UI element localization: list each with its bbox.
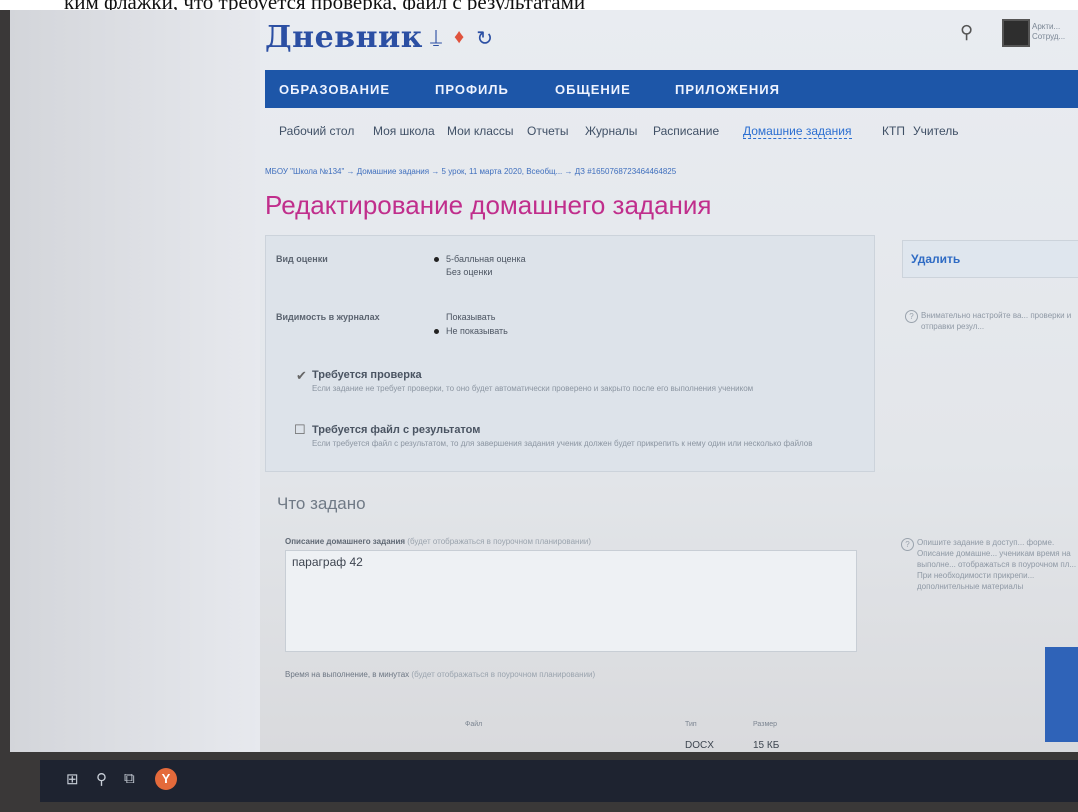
search-icon[interactable]: ⚲ xyxy=(960,22,973,43)
nav-item-apps[interactable]: ПРИЛОЖЕНИЯ xyxy=(675,82,780,97)
visibility-label: Видимость в журналах xyxy=(276,312,380,322)
header-icons: ⍊ ♦ ↻ xyxy=(430,26,493,51)
subnav-item-teacher[interactable]: Учитель xyxy=(913,124,958,138)
user-role: Сотруд... xyxy=(1032,32,1066,41)
task-view-icon[interactable]: ⧉ xyxy=(124,770,135,787)
notification-icon[interactable]: ♦ xyxy=(454,26,464,51)
grading-label: Вид оценки xyxy=(276,254,328,264)
user-name: Аркти... xyxy=(1032,22,1061,31)
windows-taskbar: ⊞ ⚲ ⧉ Y xyxy=(40,760,1078,802)
user-info[interactable]: Аркти... Сотруд... xyxy=(1032,22,1065,42)
delete-button[interactable]: Удалить xyxy=(902,240,1078,278)
file-required-checkbox[interactable]: ☐ xyxy=(294,422,306,438)
subnav-item-schedule[interactable]: Расписание xyxy=(653,124,719,138)
delete-label: Удалить xyxy=(911,252,961,266)
caption-text: ким флажки, что требуется проверка, файл… xyxy=(64,0,585,10)
nav-item-education[interactable]: ОБРАЗОВАНИЕ xyxy=(279,82,390,97)
visibility-option-hide[interactable]: Не показывать xyxy=(446,326,508,336)
page-content: Дневник ⍊ ♦ ↻ ⚲ Аркти... Сотруд... ОБРАЗ… xyxy=(265,10,1078,752)
sidebar-hint-check: Внимательно настройте ва... проверки и о… xyxy=(921,311,1072,331)
grading-option-5[interactable]: 5-балльная оценка xyxy=(446,254,526,264)
file-row-size: 15 КБ xyxy=(753,740,780,751)
visibility-option-show[interactable]: Показывать xyxy=(446,312,495,322)
photo-frame: Дневник ⍊ ♦ ↻ ⚲ Аркти... Сотруд... ОБРАЗ… xyxy=(0,10,1078,812)
side-action-button[interactable] xyxy=(1045,647,1078,742)
nav-item-profile[interactable]: ПРОФИЛЬ xyxy=(435,82,509,97)
description-textarea[interactable]: параграф 42 xyxy=(285,550,857,652)
check-required-title[interactable]: Требуется проверка xyxy=(312,369,422,381)
left-margin xyxy=(10,10,260,752)
sidebar-hint-description: Опишите задание в доступ... форме. Описа… xyxy=(917,538,1077,591)
breadcrumb[interactable]: МБОУ "Школа №134" → Домашние задания → 5… xyxy=(265,167,676,176)
help-icon: ? xyxy=(905,310,918,323)
nav-item-communication[interactable]: ОБЩЕНИЕ xyxy=(555,82,631,97)
browser-screen: Дневник ⍊ ♦ ↻ ⚲ Аркти... Сотруд... ОБРАЗ… xyxy=(10,10,1078,752)
subnav-item-homework[interactable]: Домашние задания xyxy=(743,124,852,139)
description-label-text: Описание домашнего задания xyxy=(285,537,406,546)
refresh-icon[interactable]: ↻ xyxy=(476,26,493,51)
main-nav: ОБРАЗОВАНИЕ ПРОФИЛЬ ОБЩЕНИЕ ПРИЛОЖЕНИЯ xyxy=(265,70,1078,108)
subnav-item-ktp[interactable]: КТП xyxy=(882,124,905,138)
subnav-item-journals[interactable]: Журналы xyxy=(585,124,637,138)
time-label-hint: (будет отображаться в поурочном планиров… xyxy=(411,670,596,679)
file-required-title[interactable]: Требуется файл с результатом xyxy=(312,424,480,436)
check-required-checkbox[interactable]: ✔ xyxy=(296,368,307,384)
description-label-hint: (будет отображаться в поурочном планиров… xyxy=(407,537,592,546)
files-header-file: Файл xyxy=(465,721,483,728)
page-title: Редактирование домашнего задания xyxy=(265,190,712,220)
description-field-label: Описание домашнего задания (будет отобра… xyxy=(285,537,591,546)
files-header-type: Тип xyxy=(685,721,697,728)
description-value: параграф 42 xyxy=(292,555,363,569)
avatar[interactable] xyxy=(1002,19,1030,47)
subnav-item-school[interactable]: Моя школа xyxy=(373,124,435,138)
subnav-item-classes[interactable]: Мои классы xyxy=(447,124,514,138)
subnav-item-desk[interactable]: Рабочий стол xyxy=(279,124,354,138)
help-icon: ? xyxy=(901,538,914,551)
files-header-size: Размер xyxy=(753,721,778,728)
yandex-browser-icon[interactable]: Y xyxy=(155,768,177,790)
windows-start-icon[interactable]: ⊞ xyxy=(66,770,79,788)
file-required-description: Если требуется файл с результатом, то дл… xyxy=(312,439,813,448)
settings-panel: Вид оценки 5-балльная оценка Без оценки … xyxy=(265,235,875,472)
grading-option-none[interactable]: Без оценки xyxy=(446,267,492,277)
subnav-item-reports[interactable]: Отчеты xyxy=(527,124,568,138)
sub-nav: Рабочий стол Моя школа Мои классы Отчеты… xyxy=(265,118,1078,148)
person-icon[interactable]: ⍊ xyxy=(430,26,442,51)
check-required-description: Если задание не требует проверки, то оно… xyxy=(312,384,754,393)
grading-radio-selected[interactable] xyxy=(434,257,439,262)
section-title: Что задано xyxy=(277,494,366,513)
search-icon[interactable]: ⚲ xyxy=(96,770,107,788)
caption-strip: ким флажки, что требуется проверка, файл… xyxy=(0,0,1078,10)
time-label-text: Время на выполнение, в минутах xyxy=(285,670,410,679)
site-logo[interactable]: Дневник xyxy=(265,20,423,55)
time-field-label: Время на выполнение, в минутах (будет от… xyxy=(285,670,595,679)
file-row-type: DOCX xyxy=(685,740,714,751)
visibility-radio-selected[interactable] xyxy=(434,329,439,334)
